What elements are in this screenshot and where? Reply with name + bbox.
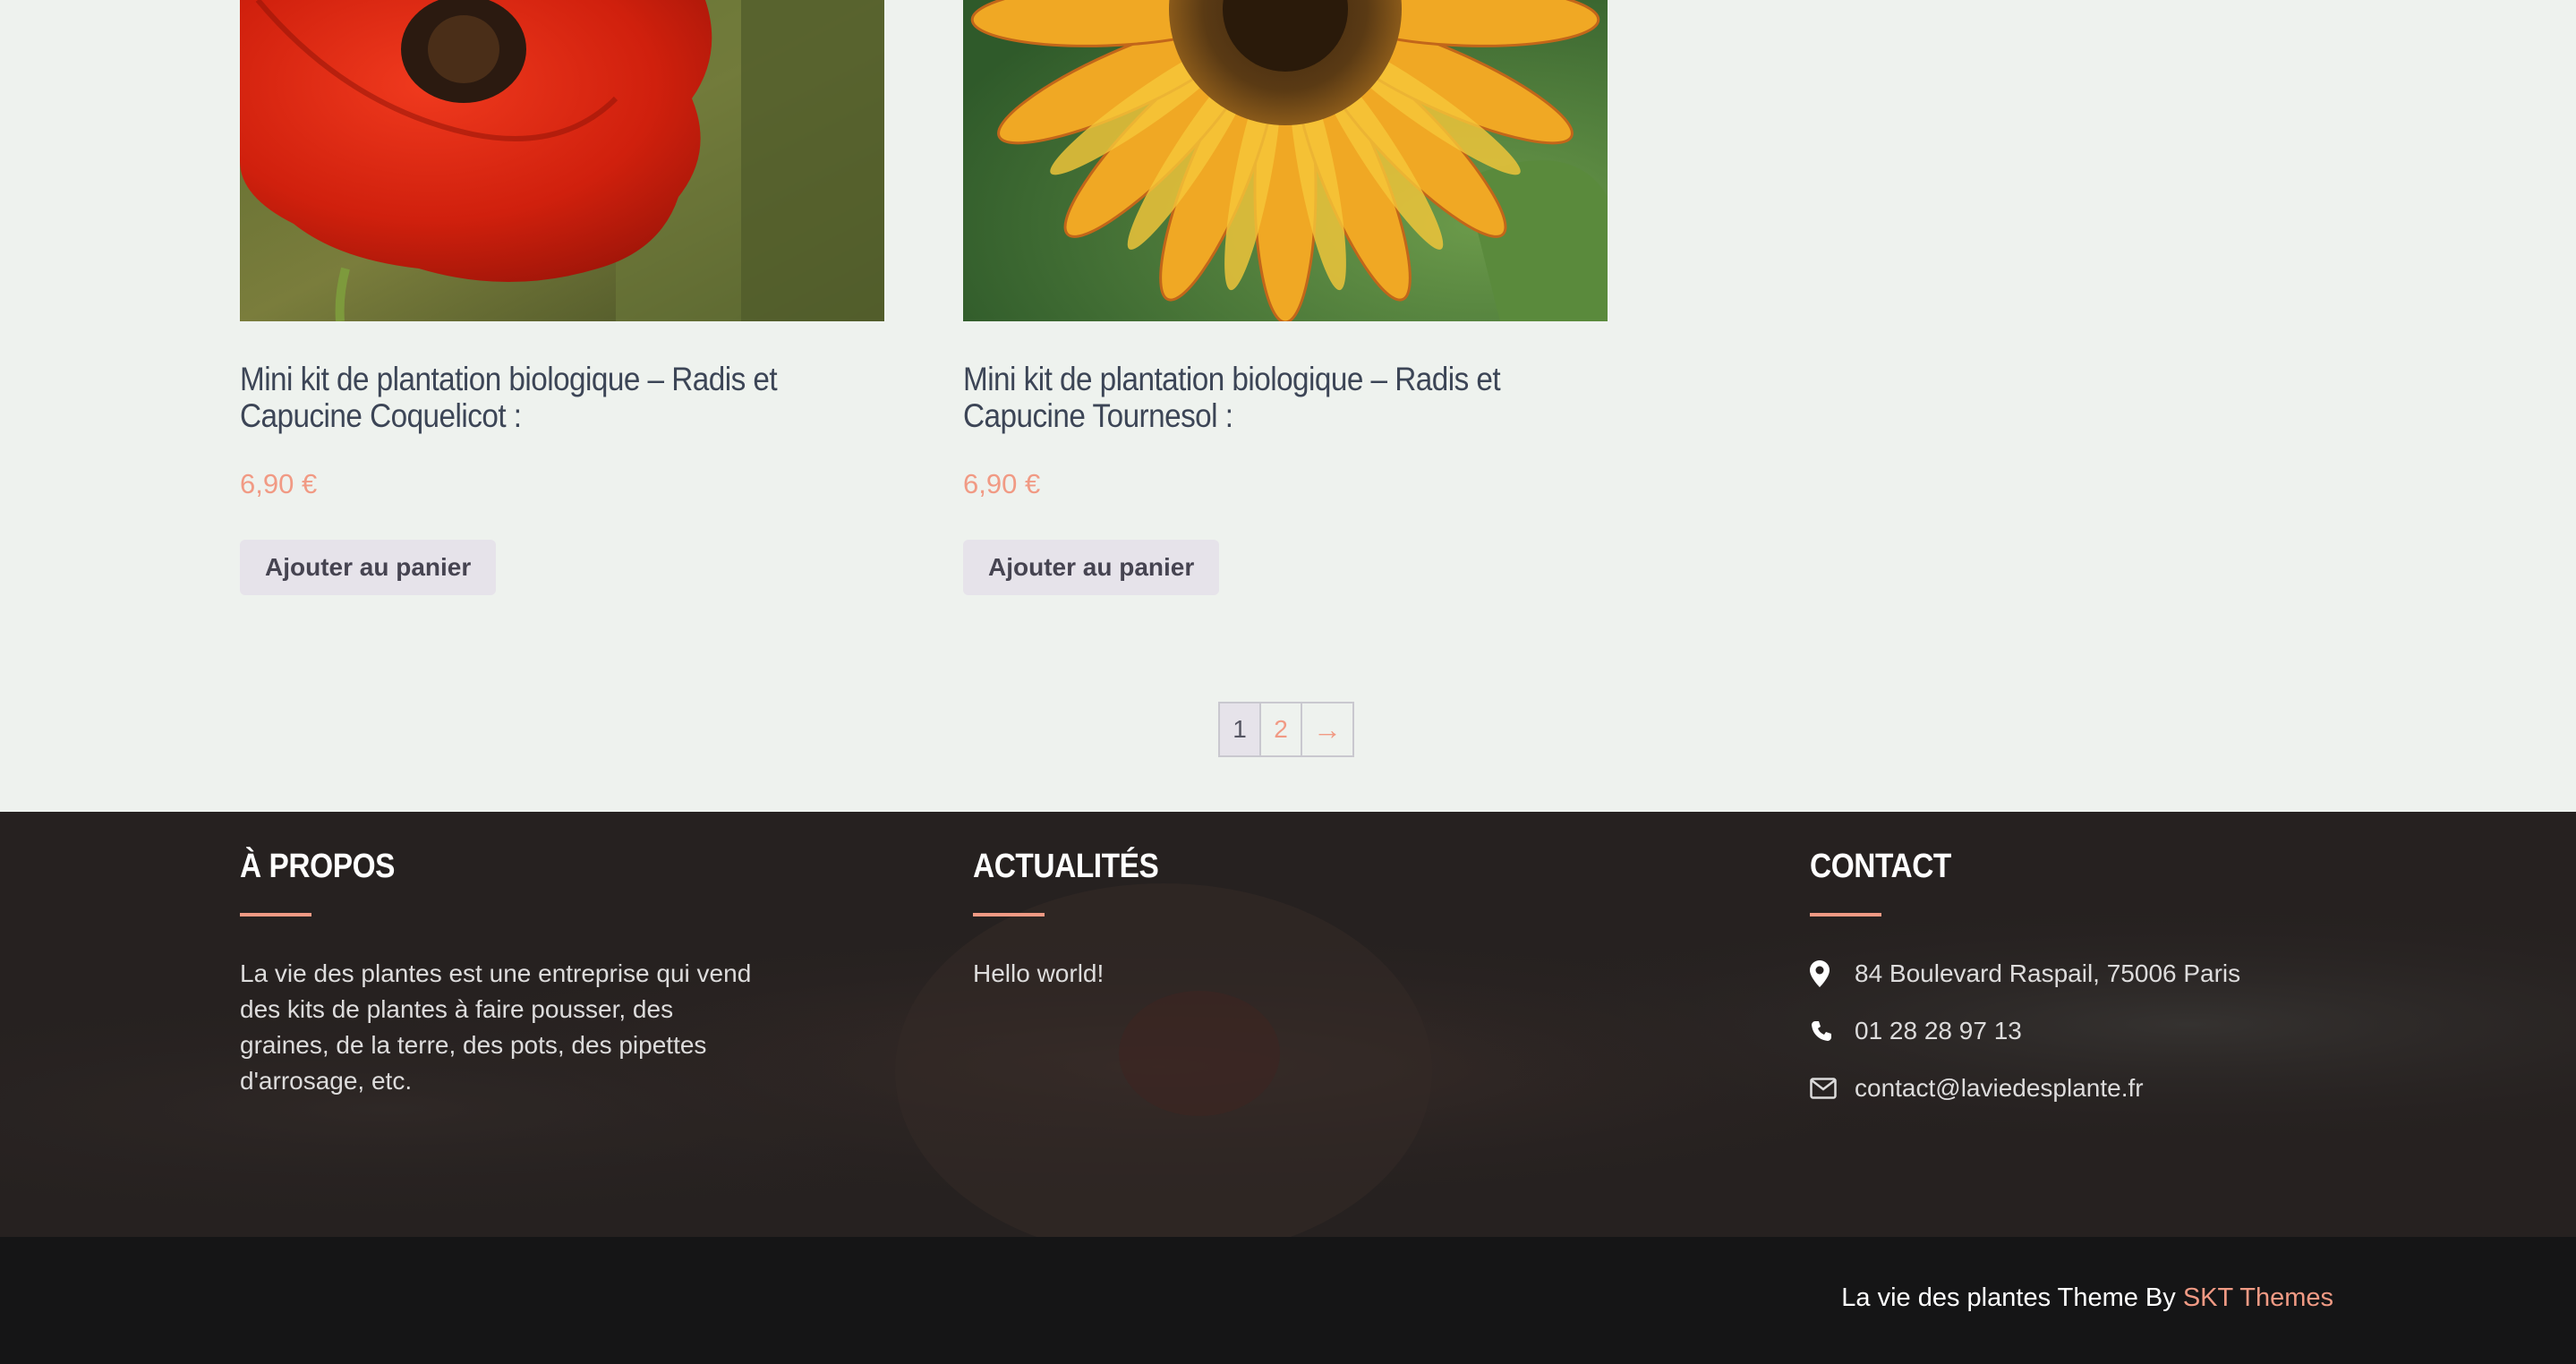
add-to-cart-button[interactable]: Ajouter au panier	[240, 540, 497, 595]
product-card: Mini kit de plantation biologique – Radi…	[963, 0, 1608, 595]
contact-address: 84 Boulevard Raspail, 75006 Paris	[1810, 956, 2436, 992]
site-footer: À PROPOS La vie des plantes est une entr…	[0, 812, 2576, 1237]
heading-underline	[240, 913, 311, 916]
address-text: 84 Boulevard Raspail, 75006 Paris	[1855, 959, 2241, 987]
footer-contact: CONTACT 84 Boulevard Raspail, 75006 Pari…	[1810, 848, 2436, 1106]
bottom-bar: La vie des plantes Theme By SKT Themes	[0, 1237, 2576, 1364]
footer-heading: À PROPOS	[240, 848, 396, 885]
skt-themes-link[interactable]: SKT Themes	[2183, 1283, 2333, 1312]
footer-about: À PROPOS La vie des plantes est une entr…	[240, 848, 777, 1099]
footer-heading: ACTUALITÉS	[973, 848, 1159, 885]
news-post-link[interactable]: Hello world!	[973, 956, 1510, 992]
email-link[interactable]: contact@laviedesplante.fr	[1855, 1074, 2144, 1103]
page-2-link[interactable]: 2	[1261, 703, 1302, 755]
contact-phone: 01 28 28 97 13	[1810, 1013, 2436, 1049]
footer-heading: CONTACT	[1810, 848, 1951, 885]
product-price: 6,90 €	[240, 468, 318, 499]
product-card: Mini kit de plantation biologique – Radi…	[240, 0, 884, 595]
add-to-cart-button[interactable]: Ajouter au panier	[963, 540, 1220, 595]
theme-credit: La vie des plantes Theme By SKT Themes	[1841, 1283, 2333, 1313]
shop-content: Mini kit de plantation biologique – Radi…	[0, 0, 2576, 812]
product-title[interactable]: Mini kit de plantation biologique – Radi…	[963, 361, 1608, 434]
map-pin-icon	[1810, 960, 1855, 987]
about-text: La vie des plantes est une entreprise qu…	[240, 959, 752, 1095]
envelope-icon	[1810, 1078, 1855, 1099]
page-1-current: 1	[1220, 703, 1261, 755]
phone-text[interactable]: 01 28 28 97 13	[1855, 1017, 2022, 1045]
pagination: 1 2 →	[1218, 702, 1354, 757]
next-page-arrow[interactable]: →	[1302, 703, 1352, 755]
product-title[interactable]: Mini kit de plantation biologique – Radi…	[240, 361, 884, 434]
contact-email: contact@laviedesplante.fr	[1810, 1070, 2436, 1106]
heading-underline	[1810, 913, 1881, 916]
credit-prefix: La vie des plantes Theme By	[1841, 1283, 2183, 1312]
product-price: 6,90 €	[963, 468, 1041, 499]
footer-news: ACTUALITÉS Hello world!	[973, 848, 1510, 992]
product-image-poppy[interactable]	[240, 0, 884, 321]
heading-underline	[973, 913, 1045, 916]
phone-icon	[1810, 1019, 1855, 1043]
product-image-sunflower[interactable]	[963, 0, 1608, 321]
